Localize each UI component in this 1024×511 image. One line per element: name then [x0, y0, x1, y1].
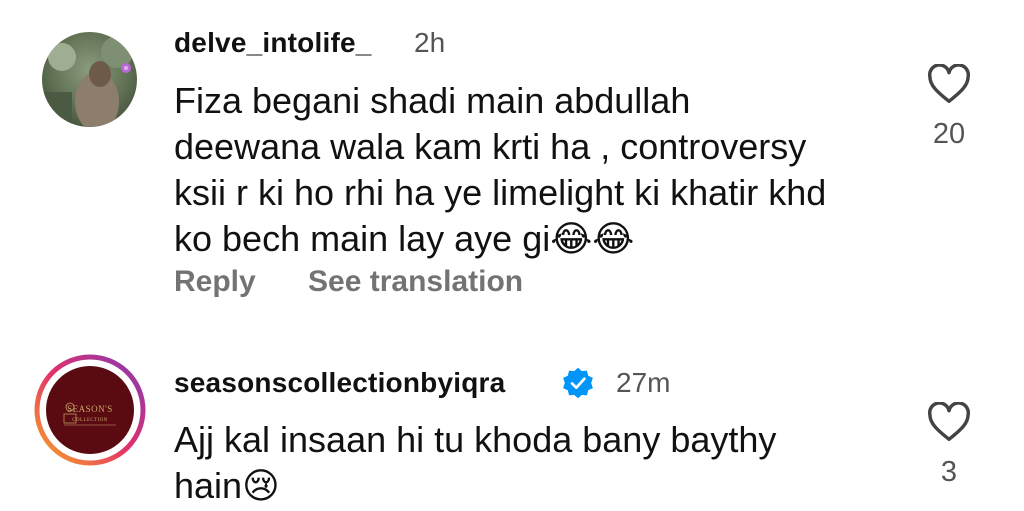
comment-actions: Reply See translation [174, 265, 523, 299]
timestamp: 27m [616, 367, 671, 398]
username[interactable]: seasonscollectionbyiqra [174, 367, 505, 399]
svg-text:COLLECTION: COLLECTION [72, 418, 107, 423]
like-control: 3 [919, 402, 979, 489]
like-count: 20 [932, 118, 966, 150]
face-with-tears-of-joy-icon: 😂 [592, 218, 635, 259]
timestamp: 2h [414, 27, 446, 58]
comment-line: Fiza begani shadi main abdullah [174, 80, 691, 121]
heart-icon[interactable] [927, 64, 971, 104]
comment-2: SEASON'S COLLECTION seasonscollectionbyi… [0, 330, 1024, 511]
see-translation-button[interactable]: See translation [308, 265, 523, 299]
reply-button[interactable]: Reply [174, 265, 256, 299]
comment-line: hain [174, 465, 243, 506]
avatar-photo [42, 32, 137, 127]
avatar[interactable] [42, 32, 137, 127]
username[interactable]: delve_intolife_ [174, 27, 372, 59]
like-count: 3 [940, 456, 958, 488]
crying-face-icon: 😢 [242, 465, 280, 506]
like-control: 20 [919, 64, 979, 151]
face-with-tears-of-joy-icon: 😂 [550, 218, 593, 259]
comment-line: ksii r ki ho rhi ha ye limelight ki khat… [174, 172, 827, 213]
comment-line: ko bech main lay aye gi [174, 218, 551, 259]
comment-line: deewana wala kam krti ha , controversy [174, 126, 807, 167]
avatar-story-ring[interactable]: SEASON'S COLLECTION [34, 354, 146, 466]
comment-1: delve_intolife_ 2h Fiza begani shadi mai… [0, 0, 1024, 330]
comment-line: Ajj kal insaan hi tu khoda bany baythy [174, 419, 777, 460]
comment-line-last: ko bech main lay aye gi😂😂 [174, 216, 634, 262]
story-ring: SEASON'S COLLECTION [34, 354, 146, 466]
comment-line-last: hain😢 [174, 463, 280, 509]
heart-icon[interactable] [927, 402, 971, 442]
verified-badge-icon [561, 366, 595, 400]
